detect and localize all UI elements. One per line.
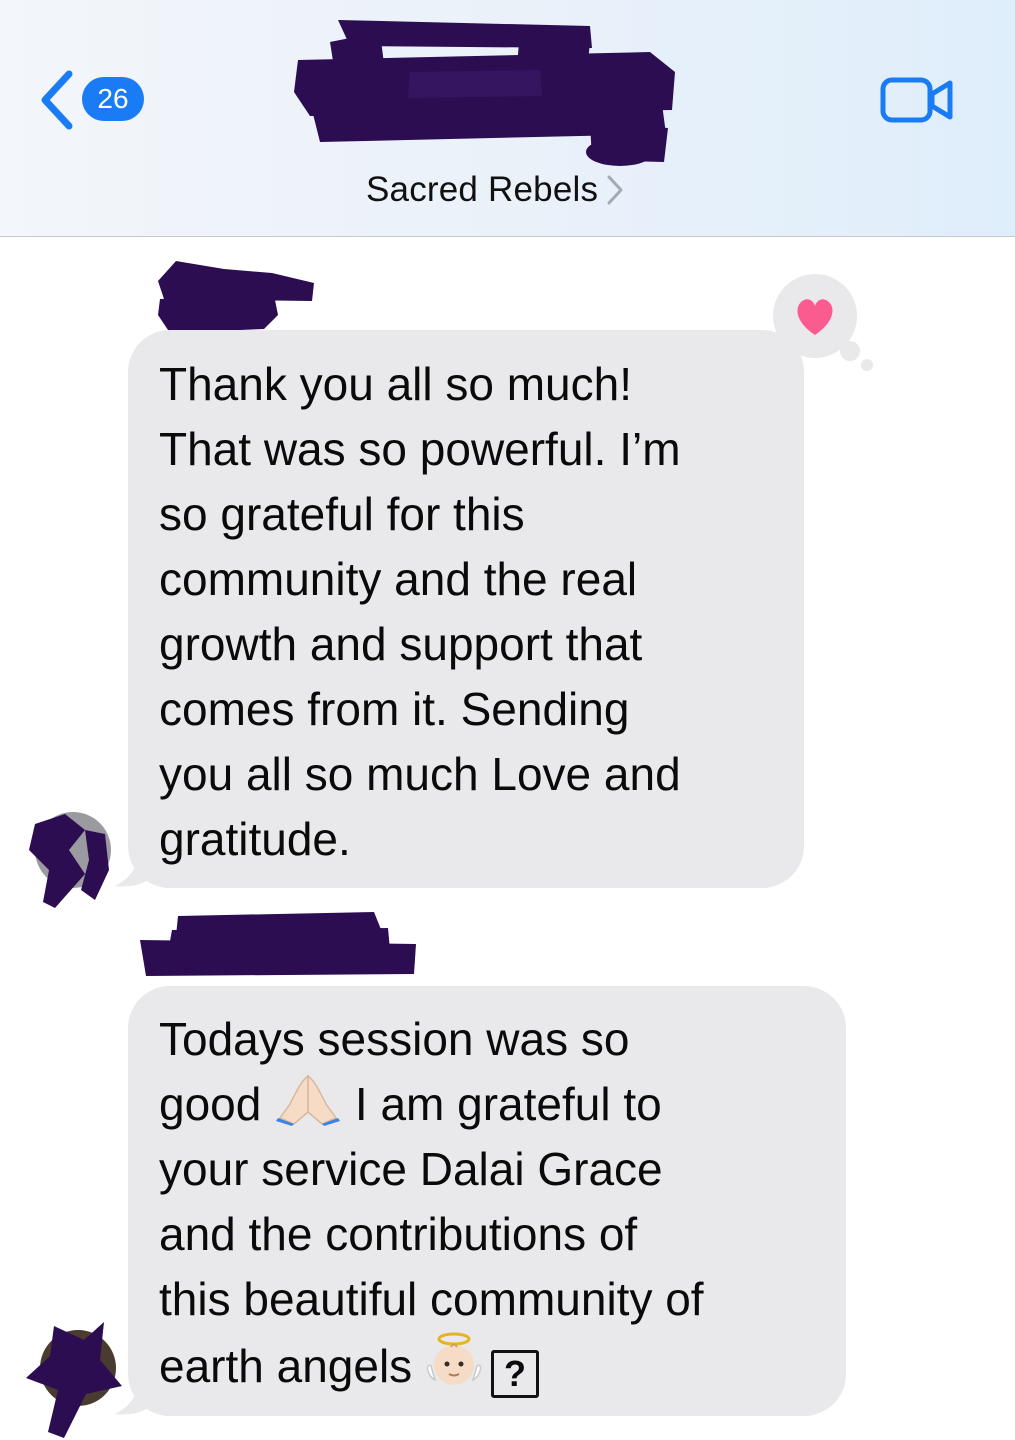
sender-name-redacted (158, 261, 314, 333)
messages-conversation-screen: 26 Sacred Rebels Thank you all so much! … (0, 0, 1015, 1440)
message-text: Thank you all so much! That was so power… (159, 358, 681, 865)
conversation-header: 26 Sacred Rebels (0, 0, 1015, 237)
sender-avatar-redacted (26, 1322, 122, 1438)
baby-angel-emoji-icon (426, 1332, 482, 1385)
group-title-button[interactable]: Sacred Rebels (366, 168, 624, 212)
message-bubble[interactable]: Todays session was so good I am grateful… (128, 986, 846, 1416)
chevron-right-icon (607, 175, 623, 205)
chevron-left-icon (41, 70, 73, 130)
message-text: Todays session was so good I am grateful… (159, 1007, 818, 1399)
back-button[interactable]: 26 (38, 68, 158, 132)
unread-count-badge: 26 (82, 77, 144, 121)
group-avatars-redacted[interactable] (290, 12, 680, 167)
bubble-tail (114, 846, 154, 887)
message-bubble[interactable]: Thank you all so much! That was so power… (128, 330, 804, 888)
video-camera-icon[interactable] (880, 76, 954, 124)
sender-avatar-redacted (29, 812, 111, 908)
folded-hands-emoji-icon (276, 1074, 341, 1126)
missing-glyph-icon: ? (490, 1350, 539, 1398)
group-name: Sacred Rebels (366, 170, 599, 209)
sender-name-redacted (140, 912, 416, 976)
